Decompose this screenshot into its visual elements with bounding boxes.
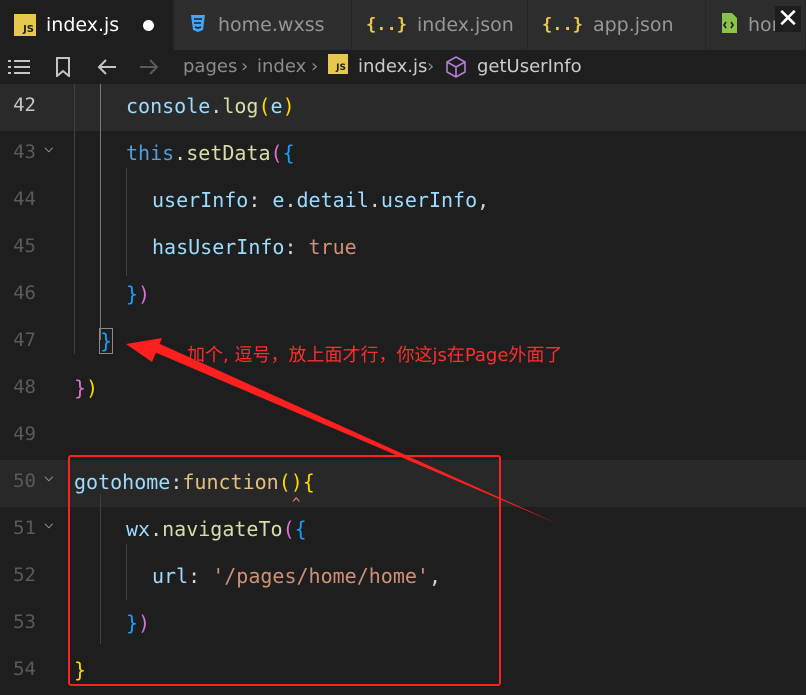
annotation-arrow-icon (126, 338, 558, 524)
